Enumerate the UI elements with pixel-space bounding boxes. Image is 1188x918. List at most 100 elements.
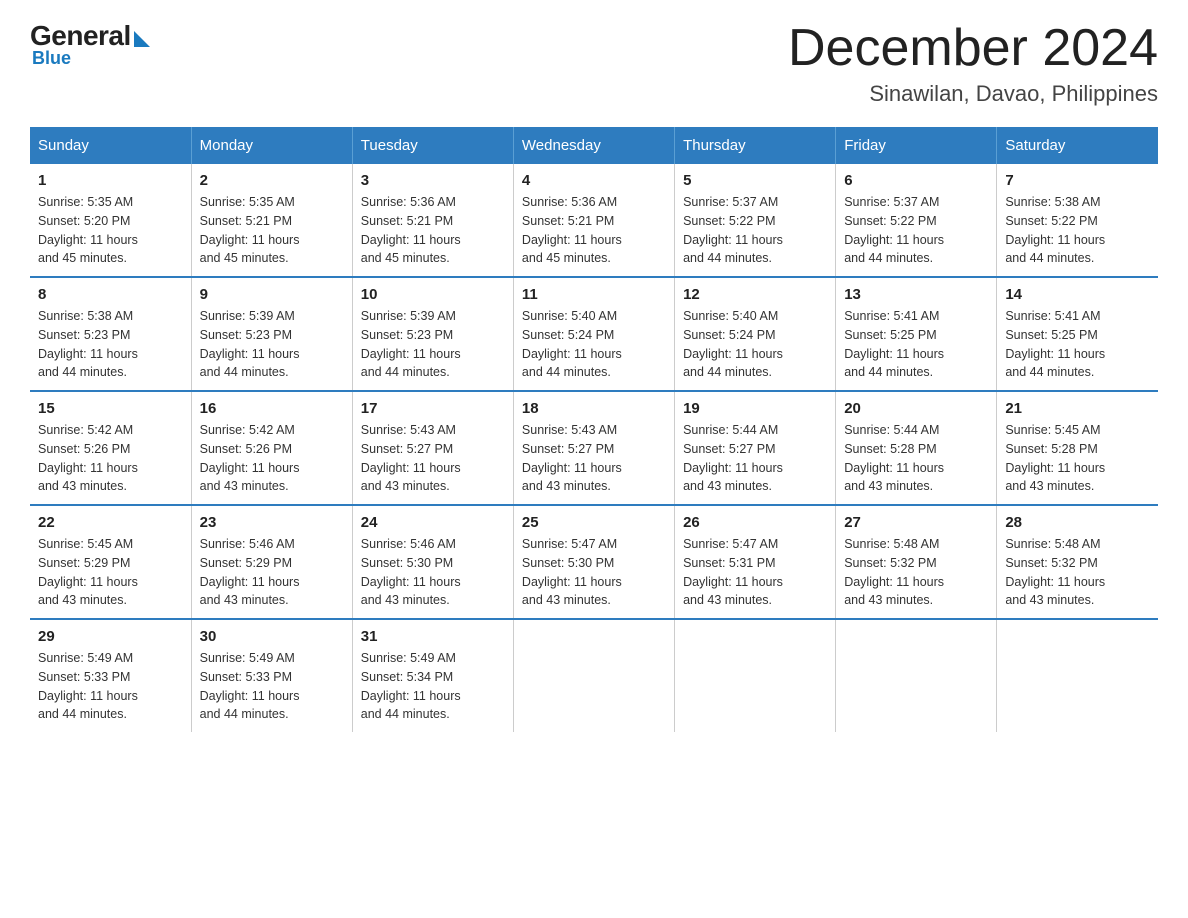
sunrise-text: Sunrise: 5:49 AM (38, 651, 133, 665)
sunrise-text: Sunrise: 5:35 AM (200, 195, 295, 209)
day-number: 17 (361, 400, 505, 417)
daylight-minutes-text: and 43 minutes. (1005, 593, 1094, 607)
day-info: Sunrise: 5:41 AM Sunset: 5:25 PM Daylight:… (1005, 307, 1150, 382)
day-info: Sunrise: 5:40 AMSunset: 5:24 PMDaylight:… (683, 307, 827, 382)
sunrise-text: Sunrise: 5:37 AM (844, 195, 939, 209)
day-number: 3 (361, 172, 505, 189)
daylight-text: Daylight: 11 hours (1005, 461, 1105, 475)
day-info: Sunrise: 5:46 AMSunset: 5:29 PMDaylight:… (200, 535, 344, 610)
day-info: Sunrise: 5:48 AMSunset: 5:32 PMDaylight:… (844, 535, 988, 610)
daylight-minutes-text: and 44 minutes. (683, 251, 772, 265)
calendar-cell (997, 619, 1158, 732)
daylight-minutes-text: and 44 minutes. (844, 365, 933, 379)
sunset-text: Sunset: 5:32 PM (1005, 556, 1097, 570)
sunrise-text: Sunrise: 5:38 AM (38, 309, 133, 323)
sunrise-text: Sunrise: 5:36 AM (361, 195, 456, 209)
calendar-week-row: 29Sunrise: 5:49 AMSunset: 5:33 PMDayligh… (30, 619, 1158, 732)
calendar-cell: 14 Sunrise: 5:41 AM Sunset: 5:25 PM Dayligh… (997, 277, 1158, 391)
daylight-text: Daylight: 11 hours (200, 461, 300, 475)
month-title: December 2024 (788, 20, 1158, 77)
daylight-text: Daylight: 11 hours (38, 689, 138, 703)
sunrise-text: Sunrise: 5:48 AM (844, 537, 939, 551)
sunrise-text: Sunrise: 5:48 AM (1005, 537, 1100, 551)
daylight-text: Daylight: 11 hours (683, 461, 783, 475)
day-info: Sunrise: 5:49 AM Sunset: 5:33 PM Daylight:… (38, 649, 183, 724)
weekday-header-wednesday: Wednesday (513, 127, 674, 164)
daylight-minutes-text: and 44 minutes. (844, 251, 933, 265)
day-number: 19 (683, 400, 827, 417)
sunrise-text: Sunrise: 5:41 AM (1005, 309, 1100, 323)
daylight-text: Daylight: 11 hours (844, 575, 944, 589)
sunrise-text: Sunrise: 5:42 AM (38, 423, 133, 437)
daylight-minutes-text: and 43 minutes. (522, 479, 611, 493)
sunset-text: Sunset: 5:24 PM (522, 328, 614, 342)
daylight-text: Daylight: 11 hours (200, 689, 300, 703)
daylight-minutes-text: and 45 minutes. (38, 251, 127, 265)
logo-blue-text: Blue (32, 48, 71, 69)
sunrise-text: Sunrise: 5:41 AM (844, 309, 939, 323)
daylight-minutes-text: and 43 minutes. (361, 593, 450, 607)
day-number: 14 (1005, 286, 1150, 303)
weekday-header-tuesday: Tuesday (352, 127, 513, 164)
day-number: 5 (683, 172, 827, 189)
day-info: Sunrise: 5:37 AMSunset: 5:22 PMDaylight:… (844, 193, 988, 268)
weekday-header-sunday: Sunday (30, 127, 191, 164)
daylight-minutes-text: and 44 minutes. (200, 365, 289, 379)
sunset-text: Sunset: 5:25 PM (1005, 328, 1097, 342)
calendar-cell: 2Sunrise: 5:35 AMSunset: 5:21 PMDaylight… (191, 164, 352, 277)
day-info: Sunrise: 5:45 AMSunset: 5:28 PMDaylight:… (1005, 421, 1150, 496)
calendar-cell: 22Sunrise: 5:45 AMSunset: 5:29 PMDayligh… (30, 505, 191, 619)
day-number: 21 (1005, 400, 1150, 417)
sunset-text: Sunset: 5:23 PM (361, 328, 453, 342)
weekday-header-row: SundayMondayTuesdayWednesdayThursdayFrid… (30, 127, 1158, 164)
sunset-text: Sunset: 5:28 PM (844, 442, 936, 456)
day-number: 28 (1005, 514, 1150, 531)
daylight-minutes-text: and 44 minutes. (522, 365, 611, 379)
day-info: Sunrise: 5:37 AMSunset: 5:22 PMDaylight:… (683, 193, 827, 268)
daylight-text: Daylight: 11 hours (683, 233, 783, 247)
weekday-header-monday: Monday (191, 127, 352, 164)
sunrise-text: Sunrise: 5:44 AM (683, 423, 778, 437)
sunset-text: Sunset: 5:30 PM (522, 556, 614, 570)
day-number: 20 (844, 400, 988, 417)
day-info: Sunrise: 5:44 AMSunset: 5:28 PMDaylight:… (844, 421, 988, 496)
sunset-text: Sunset: 5:33 PM (38, 670, 130, 684)
weekday-header-saturday: Saturday (997, 127, 1158, 164)
day-info: Sunrise: 5:42 AMSunset: 5:26 PMDaylight:… (38, 421, 183, 496)
sunset-text: Sunset: 5:20 PM (38, 214, 130, 228)
sunset-text: Sunset: 5:31 PM (683, 556, 775, 570)
daylight-minutes-text: and 45 minutes. (522, 251, 611, 265)
day-info: Sunrise: 5:39 AMSunset: 5:23 PMDaylight:… (200, 307, 344, 382)
day-number: 9 (200, 286, 344, 303)
day-info: Sunrise: 5:38 AMSunset: 5:22 PMDaylight:… (1005, 193, 1150, 268)
calendar-cell: 26Sunrise: 5:47 AMSunset: 5:31 PMDayligh… (675, 505, 836, 619)
sunrise-text: Sunrise: 5:47 AM (522, 537, 617, 551)
calendar-cell: 7Sunrise: 5:38 AMSunset: 5:22 PMDaylight… (997, 164, 1158, 277)
calendar-cell: 27 Sunrise: 5:48 AMSunset: 5:32 PMDayligh… (836, 505, 997, 619)
calendar-cell: 25Sunrise: 5:47 AMSunset: 5:30 PMDayligh… (513, 505, 674, 619)
calendar-cell: 24Sunrise: 5:46 AMSunset: 5:30 PMDayligh… (352, 505, 513, 619)
day-number: 13 (844, 286, 988, 303)
day-number: 18 (522, 400, 666, 417)
daylight-text: Daylight: 11 hours (683, 575, 783, 589)
daylight-minutes-text: and 43 minutes. (361, 479, 450, 493)
day-number: 27 (844, 514, 988, 531)
daylight-text: Daylight: 11 hours (1005, 347, 1105, 361)
sunrise-text: Sunrise: 5:39 AM (361, 309, 456, 323)
daylight-text: Daylight: 11 hours (200, 233, 300, 247)
calendar-cell: 20 Sunrise: 5:44 AMSunset: 5:28 PMDayligh… (836, 391, 997, 505)
daylight-text: Daylight: 11 hours (361, 575, 461, 589)
sunrise-text: Sunrise: 5:43 AM (361, 423, 456, 437)
calendar-week-row: 22Sunrise: 5:45 AMSunset: 5:29 PMDayligh… (30, 505, 1158, 619)
title-section: December 2024 Sinawilan, Davao, Philippi… (788, 20, 1158, 107)
calendar-cell: 13Sunrise: 5:41 AMSunset: 5:25 PMDayligh… (836, 277, 997, 391)
sunrise-text: Sunrise: 5:49 AM (200, 651, 295, 665)
calendar-week-row: 1Sunrise: 5:35 AMSunset: 5:20 PMDaylight… (30, 164, 1158, 277)
calendar-cell: 17Sunrise: 5:43 AMSunset: 5:27 PMDayligh… (352, 391, 513, 505)
calendar-week-row: 8Sunrise: 5:38 AMSunset: 5:23 PMDaylight… (30, 277, 1158, 391)
day-info: Sunrise: 5:38 AMSunset: 5:23 PMDaylight:… (38, 307, 183, 382)
day-number: 24 (361, 514, 505, 531)
calendar-week-row: 15Sunrise: 5:42 AMSunset: 5:26 PMDayligh… (30, 391, 1158, 505)
day-number: 30 (200, 628, 344, 645)
sunset-text: Sunset: 5:30 PM (361, 556, 453, 570)
